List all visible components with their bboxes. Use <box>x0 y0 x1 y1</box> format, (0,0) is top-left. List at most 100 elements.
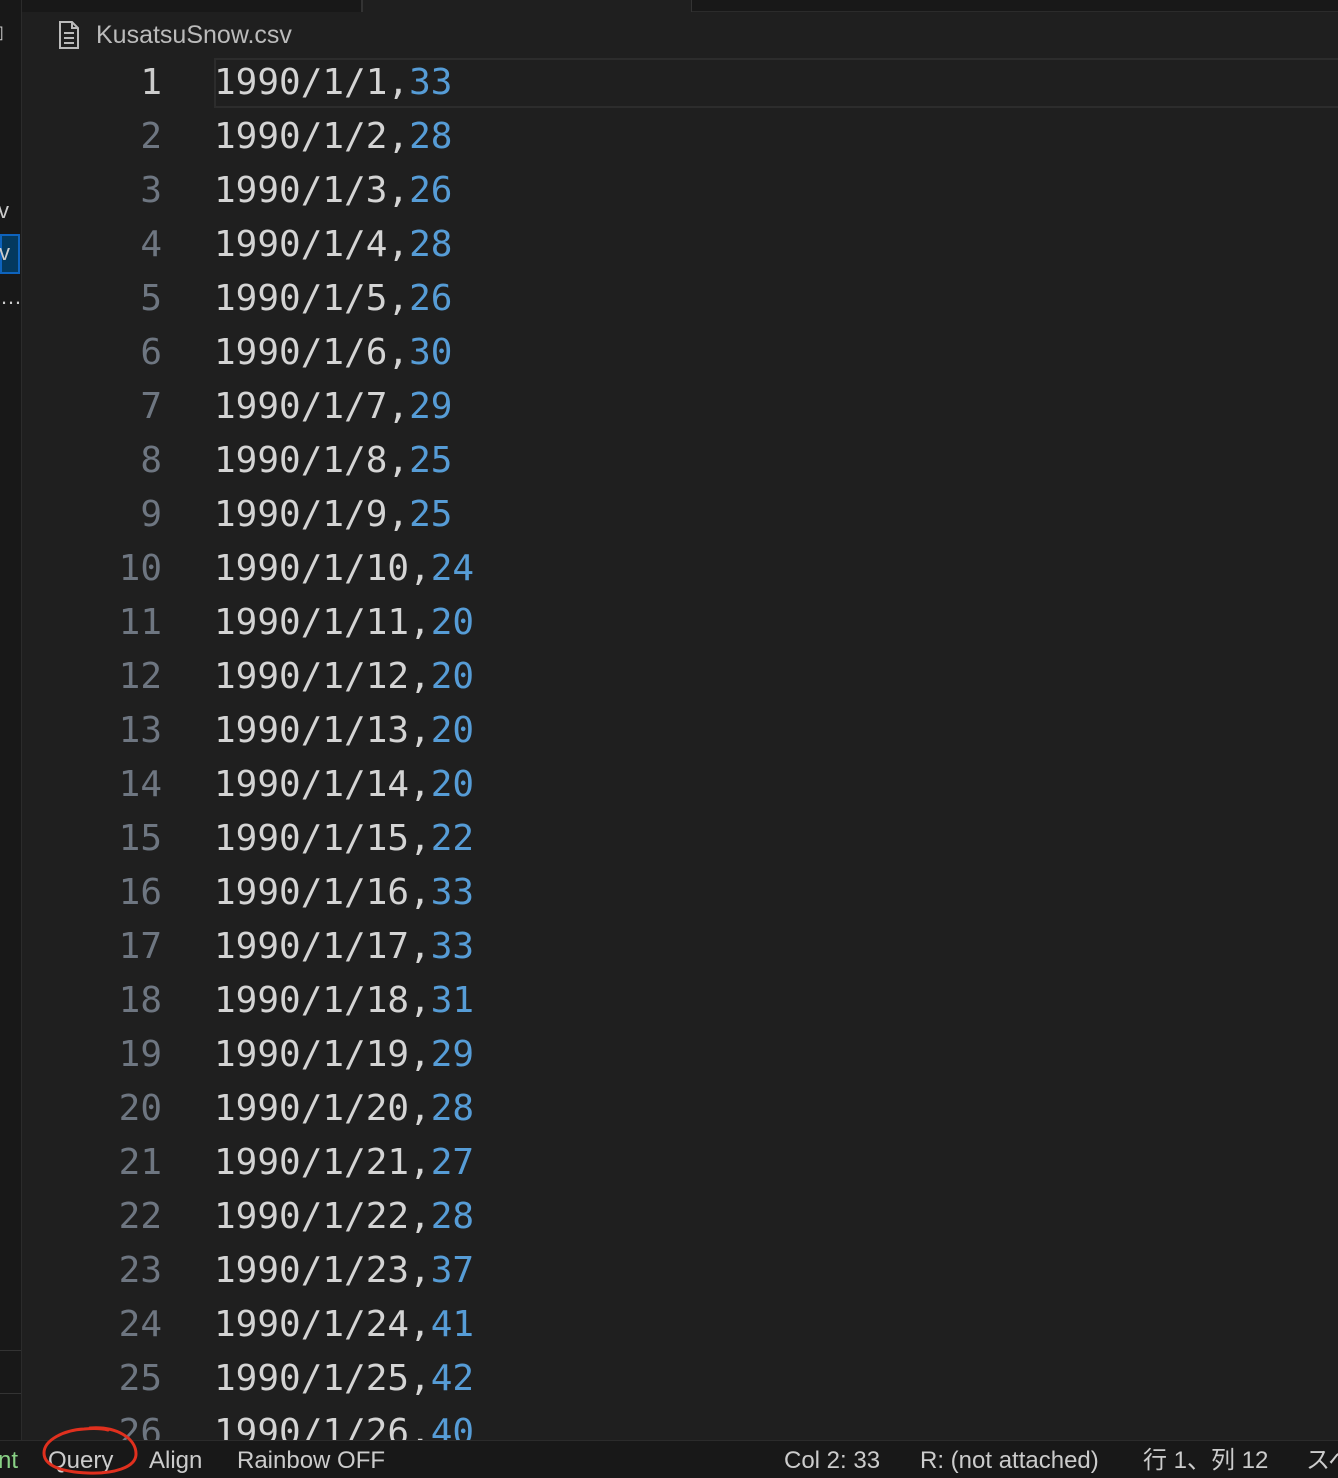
line-number: 3 <box>140 170 162 211</box>
code-line[interactable]: 21 1990/1/21,27 <box>22 1136 1338 1190</box>
sidebar-item-selected[interactable]: v <box>0 234 20 274</box>
code-line[interactable]: 5 1990/1/5,26 <box>22 272 1338 326</box>
line-content[interactable]: 1990/1/7,29 <box>214 380 452 434</box>
code-line[interactable]: 6 1990/1/6,30 <box>22 326 1338 380</box>
status-item-fragment[interactable]: nt <box>0 1446 18 1476</box>
line-content[interactable]: 1990/1/19,29 <box>214 1028 474 1082</box>
number-token: 26 <box>409 170 453 211</box>
code-line[interactable]: 10 1990/1/10,24 <box>22 542 1338 596</box>
line-content[interactable]: 1990/1/3,26 <box>214 164 452 218</box>
code-line[interactable]: 26 1990/1/26,40 <box>22 1406 1338 1440</box>
code-line[interactable]: 19 1990/1/19,29 <box>22 1028 1338 1082</box>
rainbow-toggle[interactable]: Rainbow OFF <box>237 1446 385 1476</box>
indentation-status[interactable]: スペ <box>1306 1446 1338 1476</box>
query-button[interactable]: Query <box>48 1446 113 1476</box>
code-line[interactable]: 23 1990/1/23,37 <box>22 1244 1338 1298</box>
code-line[interactable]: 17 1990/1/17,33 <box>22 920 1338 974</box>
column-info[interactable]: Col 2: 33 <box>784 1446 880 1476</box>
line-content[interactable]: 1990/1/14,20 <box>214 758 474 812</box>
r-session-status[interactable]: R: (not attached) <box>920 1446 1099 1476</box>
cursor-position[interactable]: 行 1、列 12 <box>1143 1446 1268 1476</box>
sidebar-fragment[interactable]: ▯ <box>0 22 4 43</box>
line-content[interactable]: 1990/1/11,20 <box>214 596 474 650</box>
line-content[interactable]: 1990/1/8,25 <box>214 434 452 488</box>
code-line[interactable]: 20 1990/1/20,28 <box>22 1082 1338 1136</box>
line-number: 7 <box>140 386 162 427</box>
line-content[interactable]: 1990/1/17,33 <box>214 920 474 974</box>
code-line[interactable]: 7 1990/1/7,29 <box>22 380 1338 434</box>
line-number: 10 <box>118 548 162 589</box>
line-content[interactable]: 1990/1/22,28 <box>214 1190 474 1244</box>
line-content[interactable]: 1990/1/24,41 <box>214 1298 474 1352</box>
code-line[interactable]: 8 1990/1/8,25 <box>22 434 1338 488</box>
line-content[interactable]: 1990/1/1,33 <box>214 56 452 110</box>
code-line[interactable]: 1 1990/1/1,33 <box>22 56 1338 110</box>
date-token: 1990/1/3, <box>214 170 410 211</box>
line-content[interactable]: 1990/1/12,20 <box>214 650 474 704</box>
date-token: 1990/1/16, <box>214 872 431 913</box>
code-line[interactable]: 9 1990/1/9,25 <box>22 488 1338 542</box>
line-number: 22 <box>118 1196 162 1237</box>
code-line[interactable]: 15 1990/1/15,22 <box>22 812 1338 866</box>
line-content[interactable]: 1990/1/21,27 <box>214 1136 474 1190</box>
tab-inactive[interactable] <box>22 0 362 12</box>
number-token: 31 <box>430 980 475 1021</box>
line-content[interactable]: 1990/1/6,30 <box>214 326 452 380</box>
line-content[interactable]: 1990/1/13,20 <box>214 704 474 758</box>
line-content[interactable]: 1990/1/26,40 <box>214 1406 474 1440</box>
line-number: 21 <box>118 1142 162 1183</box>
file-text-icon <box>59 21 79 49</box>
date-token: 1990/1/11, <box>214 602 431 643</box>
line-content[interactable]: 1990/1/18,31 <box>214 974 474 1028</box>
code-line[interactable]: 2 1990/1/2,28 <box>22 110 1338 164</box>
tab-active[interactable] <box>362 0 692 12</box>
line-number: 20 <box>118 1088 162 1129</box>
breadcrumb[interactable]: KusatsuSnow.csv <box>56 18 292 52</box>
line-content[interactable]: 1990/1/2,28 <box>214 110 452 164</box>
sidebar-item-label: v <box>0 240 10 265</box>
line-number: 16 <box>118 872 162 913</box>
code-line[interactable]: 3 1990/1/3,26 <box>22 164 1338 218</box>
code-line[interactable]: 12 1990/1/12,20 <box>22 650 1338 704</box>
line-number: 15 <box>118 818 162 859</box>
align-button[interactable]: Align <box>149 1446 202 1476</box>
number-token: 29 <box>430 1034 475 1075</box>
sidebar-item-fragment[interactable]: … <box>0 284 21 310</box>
date-token: 1990/1/8, <box>214 440 410 481</box>
line-content[interactable]: 1990/1/15,22 <box>214 812 474 866</box>
line-content[interactable]: 1990/1/23,37 <box>214 1244 474 1298</box>
code-line[interactable]: 25 1990/1/25,42 <box>22 1352 1338 1406</box>
number-token: 22 <box>430 818 475 859</box>
line-content[interactable]: 1990/1/9,25 <box>214 488 452 542</box>
line-content[interactable]: 1990/1/20,28 <box>214 1082 474 1136</box>
date-token: 1990/1/24, <box>214 1304 431 1345</box>
code-line[interactable]: 16 1990/1/16,33 <box>22 866 1338 920</box>
code-line[interactable]: 22 1990/1/22,28 <box>22 1190 1338 1244</box>
line-number: 19 <box>118 1034 162 1075</box>
line-number: 1 <box>140 62 162 103</box>
number-token: 30 <box>409 332 453 373</box>
line-number: 4 <box>140 224 162 265</box>
code-line[interactable]: 24 1990/1/24,41 <box>22 1298 1338 1352</box>
code-line[interactable]: 11 1990/1/11,20 <box>22 596 1338 650</box>
line-content[interactable]: 1990/1/5,26 <box>214 272 452 326</box>
number-token: 28 <box>430 1196 475 1237</box>
date-token: 1990/1/22, <box>214 1196 431 1237</box>
breadcrumb-file-name: KusatsuSnow.csv <box>96 20 292 49</box>
line-content[interactable]: 1990/1/10,24 <box>214 542 474 596</box>
code-line[interactable]: 18 1990/1/18,31 <box>22 974 1338 1028</box>
sidebar-item-fragment[interactable]: v <box>0 198 9 224</box>
line-content[interactable]: 1990/1/25,42 <box>214 1352 474 1406</box>
code-editor[interactable]: 1 1990/1/1,33 2 1990/1/2,28 3 1990/1/3,26 4 199… <box>22 56 1338 1440</box>
code-line[interactable]: 4 1990/1/4,28 <box>22 218 1338 272</box>
number-token: 25 <box>409 494 453 535</box>
line-number: 13 <box>118 710 162 751</box>
date-token: 1990/1/23, <box>214 1250 431 1291</box>
line-content[interactable]: 1990/1/16,33 <box>214 866 474 920</box>
code-line[interactable]: 13 1990/1/13,20 <box>22 704 1338 758</box>
code-line[interactable]: 14 1990/1/14,20 <box>22 758 1338 812</box>
date-token: 1990/1/6, <box>214 332 410 373</box>
line-content[interactable]: 1990/1/4,28 <box>214 218 452 272</box>
number-token: 20 <box>430 656 475 697</box>
date-token: 1990/1/25, <box>214 1358 431 1399</box>
